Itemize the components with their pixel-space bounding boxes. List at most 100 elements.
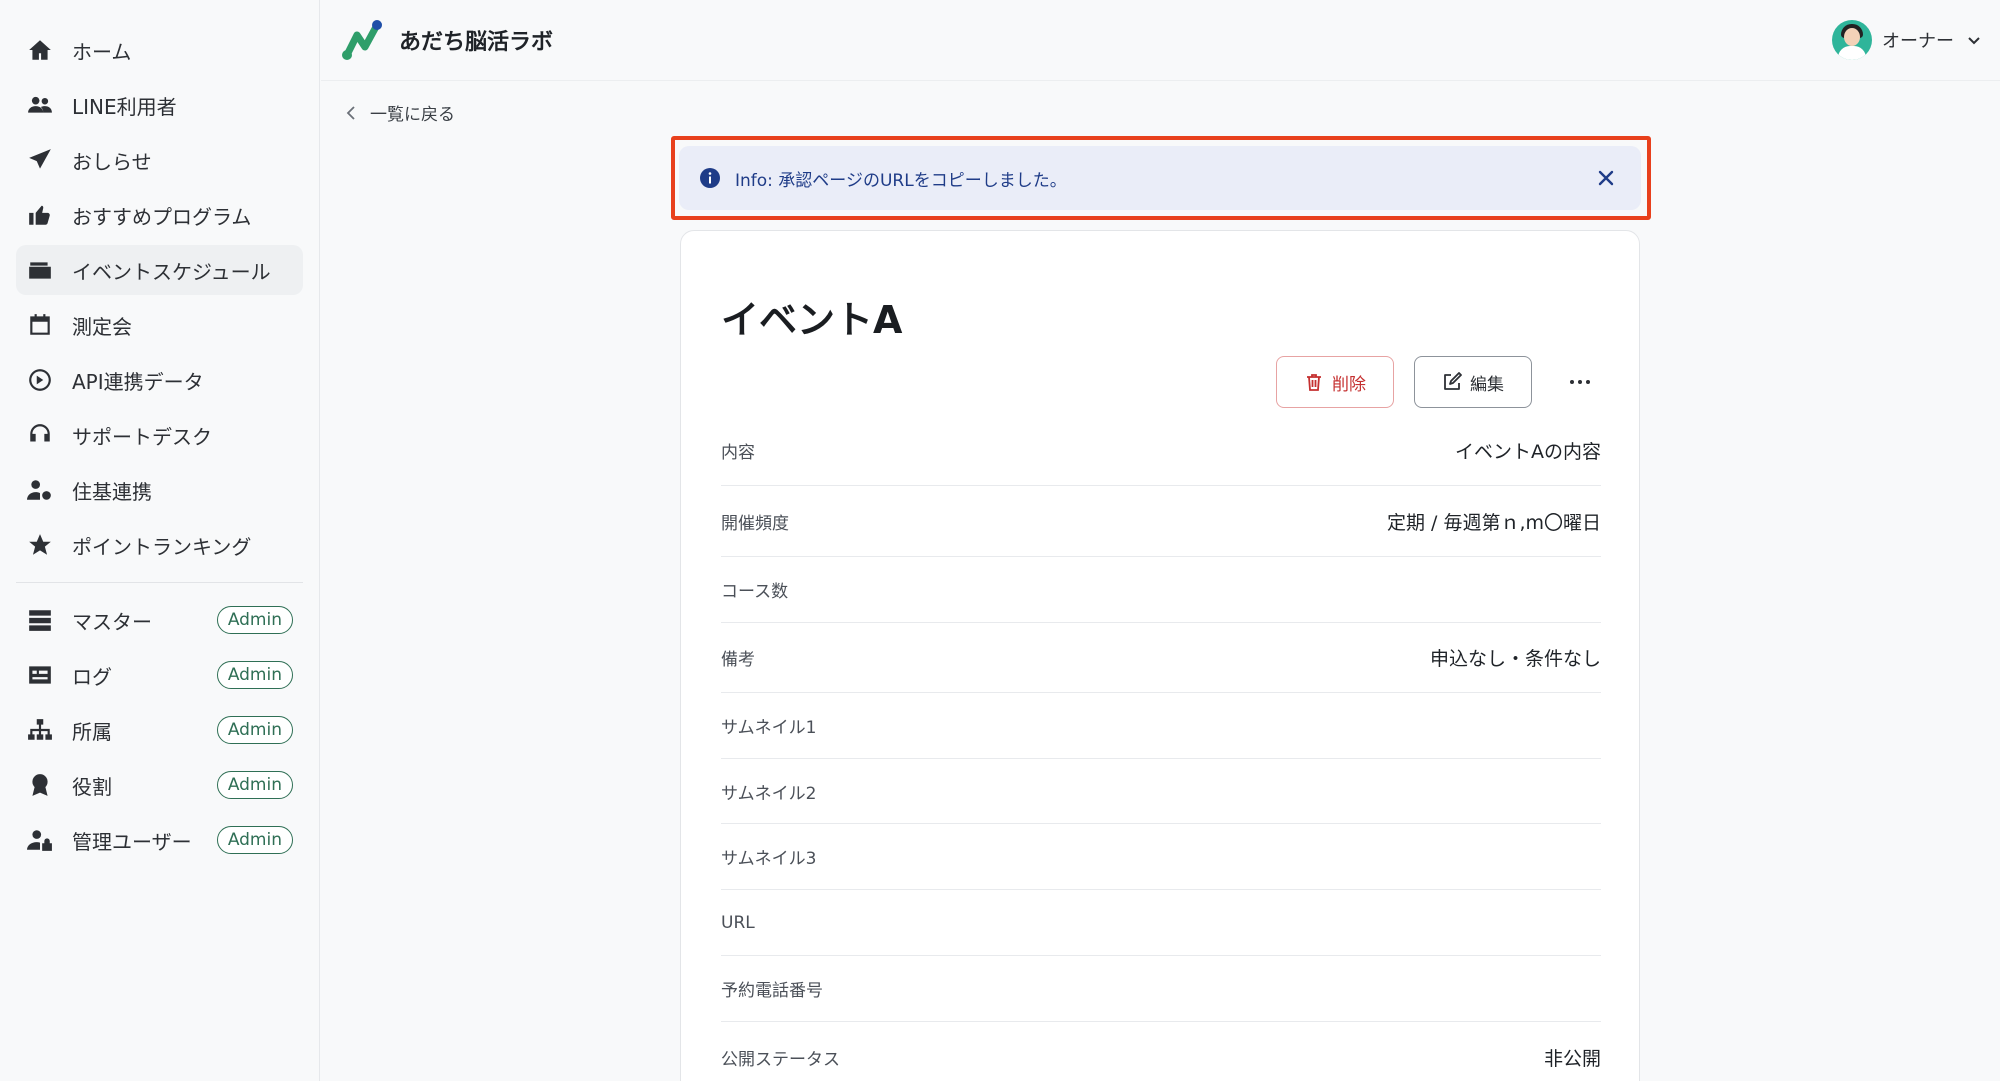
row-label: サムネイル1 (721, 718, 817, 738)
sidebar-item-label: イベントスケジュール (72, 259, 271, 284)
award-icon (26, 771, 54, 799)
row-value: イベントAの内容 (1455, 441, 1601, 463)
row-label: 公開ステータス (721, 1049, 840, 1070)
user-lock-icon (26, 826, 54, 854)
sidebar-item-label: 住基連携 (72, 479, 152, 504)
sidebar-item-label: サポートデスク (72, 424, 212, 449)
sidebar-item-event-schedule[interactable]: イベントスケジュール (16, 245, 303, 295)
more-options-button[interactable] (1559, 361, 1601, 403)
user-menu[interactable]: オーナー (1832, 20, 1982, 60)
row-label: サムネイル2 (721, 783, 817, 804)
detail-row-thumbnail-1: サムネイル1 (721, 693, 1601, 759)
row-value: 申込なし・条件なし (1429, 648, 1601, 670)
edit-icon (1444, 372, 1462, 390)
row-label: コース数 (721, 582, 789, 602)
detail-row-thumbnail-3: サムネイル3 (721, 824, 1601, 890)
row-label: 予約電話番号 (721, 981, 823, 1001)
database-icon (26, 606, 54, 634)
row-label: サムネイル3 (721, 849, 817, 869)
headset-icon (26, 421, 54, 449)
sidebar-item-line-users[interactable]: LINE利用者 (16, 80, 303, 130)
detail-row-reservation-phone: 予約電話番号 (721, 956, 1601, 1022)
sidebar-item-support-desk[interactable]: サポートデスク (16, 410, 303, 460)
top-header: あだち脳活ラボ オーナー (321, 0, 2000, 81)
edit-button-label: 編集 (1470, 374, 1504, 395)
back-to-list-link[interactable]: 一覧に戻る (344, 100, 455, 125)
sidebar-item-home[interactable]: ホーム (16, 25, 303, 75)
detail-row-publish-status: 公開ステータス 非公開 (721, 1022, 1601, 1081)
detail-row-thumbnail-2: サムネイル2 (721, 759, 1601, 824)
users-icon (26, 91, 54, 119)
trash-icon (1307, 374, 1321, 391)
delete-button[interactable]: 削除 (1276, 356, 1394, 408)
sidebar-item-label: ホーム (72, 39, 132, 64)
delete-button-label: 削除 (1332, 374, 1366, 395)
row-value: 非公開 (1543, 1047, 1601, 1070)
log-icon (26, 661, 54, 689)
sidebar-item-resident-registry[interactable]: 住基連携 (16, 465, 303, 515)
thumbs-up-icon (26, 201, 54, 229)
sidebar-item-label: 測定会 (72, 314, 132, 339)
info-icon (700, 168, 720, 188)
more-horizontal-icon (1570, 380, 1590, 384)
wallet-icon (26, 256, 54, 284)
row-label: 備考 (721, 650, 755, 670)
sidebar-item-label: API連携データ (72, 369, 204, 394)
send-icon (26, 146, 54, 174)
sidebar-item-log[interactable]: ログ Admin (16, 650, 303, 700)
row-label: 内容 (721, 443, 755, 463)
sidebar-item-api-data[interactable]: API連携データ (16, 355, 303, 405)
chevron-left-icon (346, 105, 355, 120)
detail-row-content: 内容 イベントAの内容 (721, 416, 1601, 486)
edit-button[interactable]: 編集 (1414, 356, 1532, 408)
user-name: オーナー (1882, 31, 1954, 52)
sidebar-item-label: ポイントランキング (72, 534, 252, 559)
sidebar-divider (16, 582, 303, 583)
sidebar-item-label: おすすめプログラム (72, 204, 252, 229)
sidebar-item-role[interactable]: 役割 Admin (16, 760, 303, 810)
detail-row-frequency: 開催頻度 定期 / 毎週第ｎ,m〇曜日 (721, 486, 1601, 557)
sidebar-item-affiliation[interactable]: 所属 Admin (16, 705, 303, 755)
event-detail-card: イベントA 削除 編集 内容 イベントAの内容 開催頻度 定期 / 毎週第ｎ,m… (680, 230, 1640, 1081)
sidebar: ホーム LINE利用者 おしらせ おすすめプログラム イベントスケジュール 測定… (0, 0, 320, 1081)
avatar (1832, 20, 1872, 60)
close-icon[interactable] (1593, 165, 1619, 191)
sidebar-item-notices[interactable]: おしらせ (16, 135, 303, 185)
sidebar-item-admin-users[interactable]: 管理ユーザー Admin (16, 815, 303, 865)
sidebar-item-label: 役割 (72, 774, 112, 799)
sidebar-item-label: おしらせ (72, 149, 152, 174)
back-link-label: 一覧に戻る (370, 105, 455, 125)
admin-badge: Admin (216, 826, 293, 854)
info-alert: Info: 承認ページのURLをコピーしました。 (679, 146, 1641, 210)
sidebar-item-measurement[interactable]: 測定会 (16, 300, 303, 350)
detail-row-remarks: 備考 申込なし・条件なし (721, 623, 1601, 693)
event-detail-rows: 内容 イベントAの内容 開催頻度 定期 / 毎週第ｎ,m〇曜日 コース数 備考 … (721, 416, 1601, 1081)
sidebar-item-label: マスター (72, 609, 152, 634)
calendar-icon (26, 311, 54, 339)
event-title: イベントA (721, 298, 903, 342)
chevron-down-icon (1968, 37, 1980, 45)
sidebar-item-label: ログ (72, 664, 112, 689)
api-icon (26, 366, 54, 394)
row-label: URL (721, 912, 755, 933)
admin-badge: Admin (216, 771, 293, 799)
brand-logo-icon (342, 20, 382, 60)
detail-row-url: URL (721, 890, 1601, 956)
sidebar-item-master[interactable]: マスター Admin (16, 595, 303, 645)
sidebar-item-label: 所属 (72, 719, 112, 744)
sidebar-item-label: LINE利用者 (72, 94, 177, 119)
row-label: 開催頻度 (721, 513, 789, 534)
admin-badge: Admin (216, 661, 293, 689)
admin-badge: Admin (216, 606, 293, 634)
alert-message: Info: 承認ページのURLをコピーしました。 (735, 170, 1067, 191)
admin-badge: Admin (216, 716, 293, 744)
brand-name: あだち脳活ラボ (399, 30, 554, 55)
org-icon (26, 716, 54, 744)
row-value: 定期 / 毎週第ｎ,m〇曜日 (1386, 511, 1601, 534)
home-icon (26, 36, 54, 64)
star-icon (26, 531, 54, 559)
sidebar-item-label: 管理ユーザー (72, 829, 192, 854)
detail-row-course-count: コース数 (721, 557, 1601, 623)
sidebar-item-point-ranking[interactable]: ポイントランキング (16, 520, 303, 570)
sidebar-item-recommended-programs[interactable]: おすすめプログラム (16, 190, 303, 240)
